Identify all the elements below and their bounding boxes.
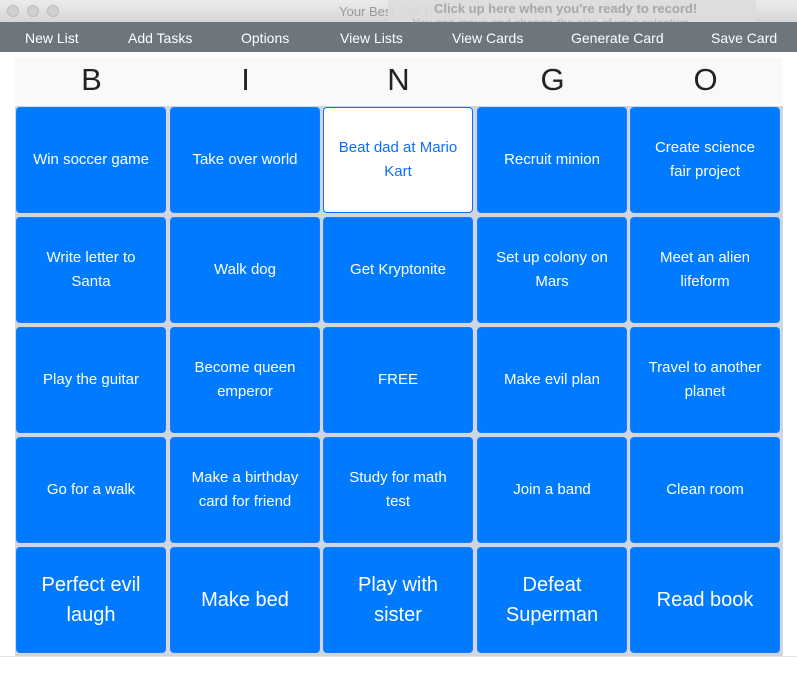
bingo-grid: Win soccer game Take over world Beat dad… (15, 106, 783, 656)
bingo-header: B I N G O (15, 58, 783, 104)
bingo-cell[interactable]: Recruit minion (477, 107, 627, 213)
bingo-letter-b: B (81, 62, 102, 97)
bingo-cell[interactable]: Write letter to Santa (16, 217, 166, 323)
bingo-cell[interactable]: Read book (630, 547, 780, 653)
bingo-cell[interactable]: Get Kryptonite (323, 217, 473, 323)
bingo-cell[interactable]: Defeat Superman (477, 547, 627, 653)
menu-view-lists[interactable]: View Lists (340, 30, 403, 46)
bingo-cell[interactable]: Study for math test (323, 437, 473, 543)
bingo-cell[interactable]: Set up colony on Mars (477, 217, 627, 323)
bingo-cell[interactable]: Take over world (170, 107, 320, 213)
bingo-letter-o: O (693, 62, 718, 97)
bingo-cell[interactable]: Play the guitar (16, 327, 166, 433)
menu-add-tasks[interactable]: Add Tasks (128, 30, 192, 46)
bingo-cell[interactable]: Make evil plan (477, 327, 627, 433)
bingo-cell[interactable]: Meet an alien lifeform (630, 217, 780, 323)
bingo-cell[interactable]: Go for a walk (16, 437, 166, 543)
bingo-letter-i: I (241, 62, 250, 97)
recorder-tooltip-line1: Click up here when you're ready to recor… (434, 1, 698, 16)
bingo-cell[interactable]: Clean room (630, 437, 780, 543)
bingo-cell[interactable]: Make a birthday card for friend (170, 437, 320, 543)
bingo-cell[interactable]: Beat dad at Mario Kart (323, 107, 473, 213)
menu-options[interactable]: Options (241, 30, 289, 46)
bingo-letter-g: G (540, 62, 565, 97)
bingo-cell[interactable]: Become queen emperor (170, 327, 320, 433)
menu-new-list[interactable]: New List (25, 30, 79, 46)
bingo-letter-n: N (387, 62, 410, 97)
menu-generate-card[interactable]: Generate Card (571, 30, 664, 46)
bingo-cell[interactable]: Make bed (170, 547, 320, 653)
bingo-cell[interactable]: Travel to another planet (630, 327, 780, 433)
bingo-cell-free[interactable]: FREE (323, 327, 473, 433)
menu-view-cards[interactable]: View Cards (452, 30, 523, 46)
menu-save-card[interactable]: Save Card (711, 30, 777, 46)
bingo-cell[interactable]: Perfect evil laugh (16, 547, 166, 653)
bingo-cell[interactable]: Create science fair project (630, 107, 780, 213)
bingo-cell[interactable]: Join a band (477, 437, 627, 543)
footer-divider (0, 656, 797, 657)
bingo-cell[interactable]: Win soccer game (16, 107, 166, 213)
menu-bar: New List Add Tasks Options View Lists Vi… (0, 22, 797, 52)
bingo-cell[interactable]: Play with sister (323, 547, 473, 653)
bingo-cell[interactable]: Walk dog (170, 217, 320, 323)
